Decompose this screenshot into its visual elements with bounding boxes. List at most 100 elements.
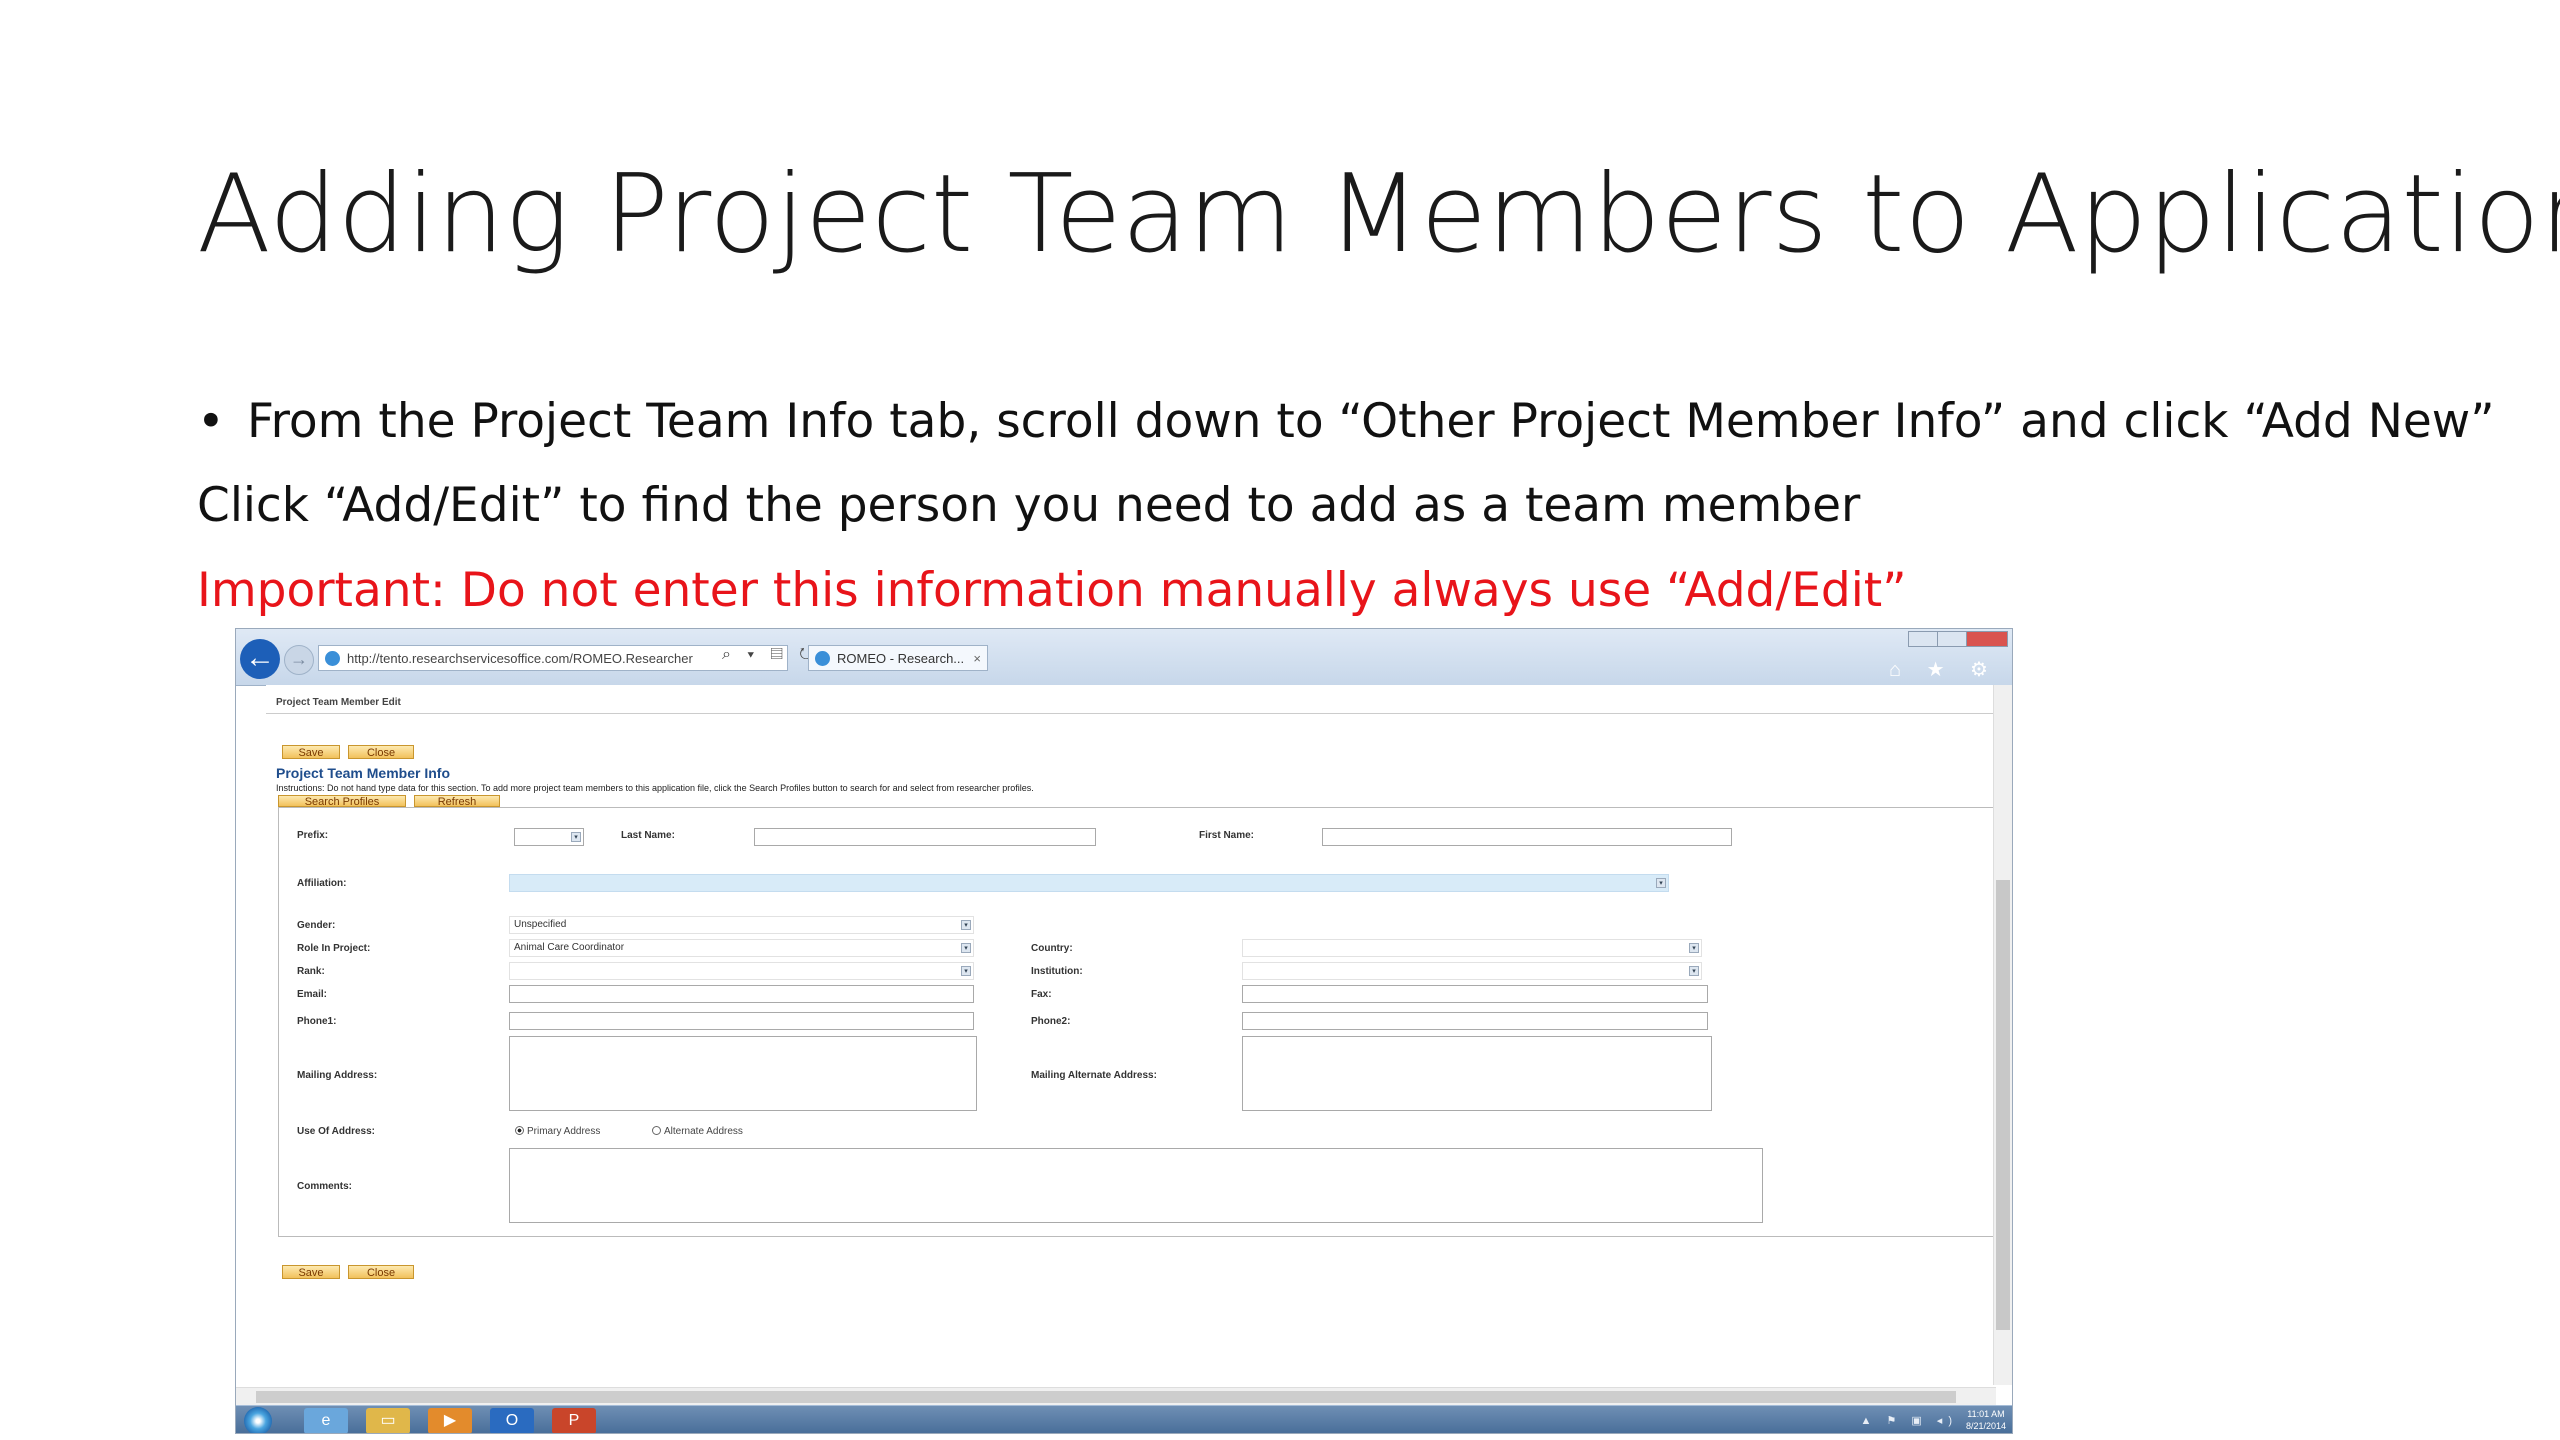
search-profiles-button[interactable]: Search Profiles — [278, 795, 406, 808]
use-of-address-label: Use Of Address: — [297, 1126, 375, 1137]
institution-label: Institution: — [1031, 966, 1083, 977]
phone1-label: Phone1: — [297, 1016, 337, 1027]
first-name-field[interactable] — [1322, 828, 1732, 846]
ie-favicon-icon — [325, 651, 340, 666]
page-content: Project Team Member Edit Save Close Proj… — [266, 685, 2004, 1385]
close-button-bottom[interactable]: Close — [348, 1265, 414, 1279]
last-name-field[interactable] — [754, 828, 1096, 846]
bullet-item: • From the Project Team Info tab, scroll … — [197, 392, 2495, 452]
vertical-scroll-thumb[interactable] — [1996, 880, 2010, 1330]
minimize-button[interactable] — [1908, 631, 1938, 647]
last-name-label: Last Name: — [621, 830, 675, 841]
primary-address-label: Primary Address — [527, 1126, 601, 1137]
institution-select[interactable]: ▾ — [1242, 962, 1702, 980]
clock-time: 11:01 AM — [1967, 1409, 2005, 1419]
fax-label: Fax: — [1031, 989, 1052, 1000]
mailing-address-label: Mailing Address: — [297, 1070, 378, 1081]
tab-title: ROMEO - Research... — [837, 651, 965, 666]
ie-icon[interactable]: e — [304, 1408, 348, 1433]
chevron-down-icon: ▾ — [961, 966, 971, 976]
instruction-line: Click “Add/Edit” to find the person you … — [197, 478, 1861, 533]
radio-selected-icon — [515, 1126, 524, 1135]
back-arrow-icon: ← — [245, 641, 275, 674]
fax-field[interactable] — [1242, 985, 1708, 1003]
save-button-bottom[interactable]: Save — [282, 1265, 340, 1279]
chevron-down-icon: ▾ — [961, 920, 971, 930]
primary-address-radio[interactable]: Primary Address — [515, 1126, 600, 1137]
outlook-icon[interactable]: O — [490, 1408, 534, 1433]
tab-favicon-icon — [815, 651, 830, 666]
chevron-down-icon: ▾ — [1689, 943, 1699, 953]
comments-label: Comments: — [297, 1181, 353, 1192]
save-button-top[interactable]: Save — [282, 745, 340, 759]
email-label: Email: — [297, 989, 328, 1000]
tab-close-icon[interactable]: × — [973, 646, 981, 670]
alternate-address-label: Alternate Address — [664, 1126, 743, 1137]
rank-select[interactable]: ▾ — [509, 962, 974, 980]
chevron-down-icon: ▾ — [571, 832, 581, 842]
alternate-address-radio[interactable]: Alternate Address — [652, 1126, 743, 1137]
window-controls — [1908, 631, 2008, 647]
powerpoint-icon[interactable]: P — [552, 1408, 596, 1433]
gender-select[interactable]: Unspecified ▾ — [509, 916, 974, 934]
role-label: Role In Project: — [297, 943, 371, 954]
role-select[interactable]: Animal Care Coordinator ▾ — [509, 939, 974, 957]
comments-field[interactable] — [509, 1148, 1763, 1223]
chevron-down-icon: ▾ — [1689, 966, 1699, 976]
bullet-text: From the Project Team Info tab, scroll d… — [247, 394, 2495, 449]
refresh-button[interactable]: Refresh — [414, 795, 500, 808]
folder-icon[interactable]: ▭ — [366, 1408, 410, 1433]
chevron-down-icon: ▾ — [961, 943, 971, 953]
clock-date: 8/21/2014 — [1965, 1421, 2006, 1431]
horizontal-scrollbar[interactable] — [236, 1387, 1996, 1406]
windows-taskbar: e ▭ ▶ O P ▲ ⚑ ▣ ◂) 11:01 AM 8/21/2014 — [236, 1405, 2012, 1433]
gender-value: Unspecified — [514, 919, 567, 930]
system-tray-icons[interactable]: ▲ ⚑ ▣ ◂) — [1861, 1414, 1959, 1427]
back-button[interactable]: ← — [240, 639, 280, 679]
taskbar-clock[interactable]: 11:01 AM 8/21/2014 — [1966, 1408, 2006, 1432]
browser-tab[interactable]: ROMEO - Research... × — [808, 645, 988, 671]
country-label: Country: — [1031, 943, 1073, 954]
first-name-label: First Name: — [1199, 830, 1255, 841]
browser-screenshot: ← → http://tento.researchservicesoffice.… — [235, 628, 2013, 1434]
page-header: Project Team Member Edit — [276, 697, 401, 708]
close-window-button[interactable] — [1966, 631, 2008, 647]
chevron-down-icon: ▾ — [1656, 878, 1666, 888]
instructions-text: Instructions: Do not hand type data for … — [276, 783, 1034, 793]
radio-unselected-icon — [652, 1126, 661, 1135]
address-actions[interactable]: ⌕ ▾ ▤ ↻ — [722, 646, 819, 664]
affiliation-label: Affiliation: — [297, 878, 347, 889]
important-note: Important: Do not enter this information… — [197, 563, 1907, 618]
phone2-label: Phone2: — [1031, 1016, 1071, 1027]
affiliation-select[interactable]: ▾ — [509, 874, 1669, 892]
prefix-select[interactable]: ▾ — [514, 828, 584, 846]
vertical-scrollbar[interactable] — [1993, 685, 2012, 1385]
member-form: Prefix: ▾ Last Name: First Name: Affilia… — [278, 807, 1998, 1237]
forward-arrow-icon: → — [290, 649, 308, 669]
bullet-dot: • — [197, 394, 225, 449]
phone1-field[interactable] — [509, 1012, 974, 1030]
close-button-top[interactable]: Close — [348, 745, 414, 759]
forward-button[interactable]: → — [284, 645, 314, 675]
address-text: http://tento.researchservicesoffice.com/… — [347, 651, 693, 666]
prefix-label: Prefix: — [297, 830, 329, 841]
role-value: Animal Care Coordinator — [514, 942, 625, 953]
slide-title: Adding Project Team Members to Applicati… — [197, 152, 2560, 277]
mailing-alt-address-field[interactable] — [1242, 1036, 1712, 1111]
header-divider — [266, 713, 2004, 714]
section-title: Project Team Member Info — [276, 765, 451, 781]
maximize-button[interactable] — [1937, 631, 1967, 647]
start-button[interactable] — [244, 1407, 272, 1433]
phone2-field[interactable] — [1242, 1012, 1708, 1030]
email-field[interactable] — [509, 985, 974, 1003]
mailing-address-field[interactable] — [509, 1036, 977, 1111]
mailing-alt-address-label: Mailing Alternate Address: — [1031, 1070, 1157, 1081]
country-select[interactable]: ▾ — [1242, 939, 1702, 957]
media-player-icon[interactable]: ▶ — [428, 1408, 472, 1433]
address-bar[interactable]: http://tento.researchservicesoffice.com/… — [318, 645, 788, 671]
horizontal-scroll-thumb[interactable] — [256, 1391, 1956, 1403]
home-favorites-tools-icons[interactable]: ⌂ ★ ⚙ — [1889, 657, 1998, 682]
browser-toolbar: ← → http://tento.researchservicesoffice.… — [236, 629, 2012, 686]
rank-label: Rank: — [297, 966, 325, 977]
gender-label: Gender: — [297, 920, 336, 931]
